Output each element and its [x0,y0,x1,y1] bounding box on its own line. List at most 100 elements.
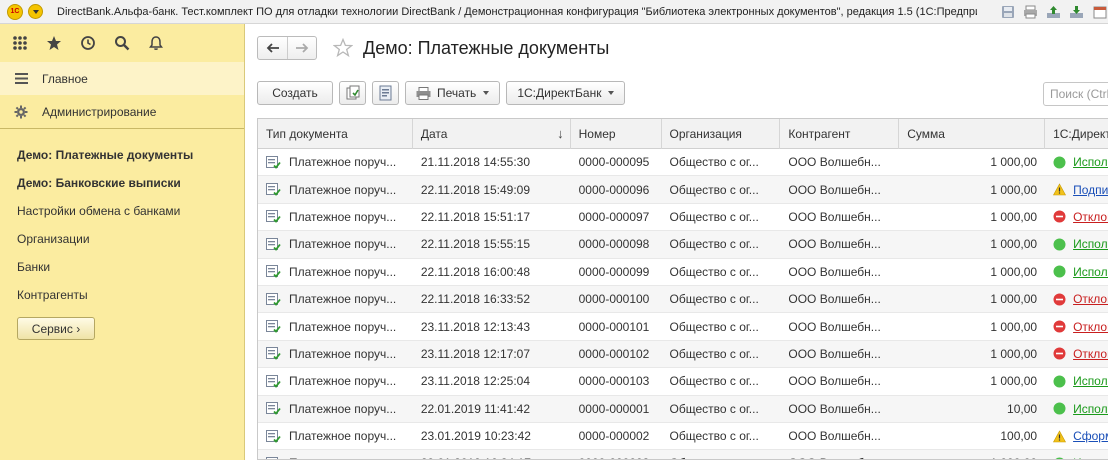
column-header-organization[interactable]: Организация [662,119,781,149]
status-link[interactable]: Исполнен [1073,155,1108,169]
column-header-contractor[interactable]: Контрагент [780,119,900,149]
favorite-star-icon[interactable] [333,38,353,58]
download-icon[interactable] [1068,3,1085,20]
status-link[interactable]: Отклонен [1073,210,1108,224]
cell-organization: Общество с ог... [669,292,759,307]
main-menu-button[interactable] [28,4,43,19]
table-row[interactable]: Платежное поруч... 22.01.2019 11:41:42 000… [258,395,1108,423]
status-warning-icon [1053,183,1067,196]
status-link[interactable]: Исполнен [1073,402,1108,416]
column-header-number[interactable]: Номер [571,119,662,149]
search-icon[interactable] [112,33,132,53]
copy-button[interactable] [339,81,366,105]
copy-icon [346,85,359,100]
back-button[interactable] [258,37,287,59]
table-row[interactable]: Платежное поруч... 21.11.2018 14:55:30 000… [258,149,1108,177]
cell-sum: 1 000,00 [990,264,1038,279]
upload-icon[interactable] [1045,3,1062,20]
cell-directbank-status: Отклонен [1045,341,1108,367]
sidebar-link-payment-docs[interactable]: Демо: Платежные документы [0,141,244,169]
column-header-date[interactable]: Дата ↓ [413,119,571,149]
cell-type-text: Платежное поруч... [289,209,397,224]
create-button[interactable]: Создать [257,81,333,105]
chevron-down-icon [608,91,615,95]
table-row[interactable]: Платежное поруч... 29.01.2019 16:34:17000… [258,450,1108,459]
status-link[interactable]: Сформирован [1073,429,1108,443]
cell-organization: Общество с ог... [669,182,759,197]
sidebar-link-bank-exchange-settings[interactable]: Настройки обмена с банками [0,197,244,225]
payment-order-icon [266,210,281,224]
post-button[interactable] [372,81,399,105]
page-title: Демо: Платежные документы [363,37,610,58]
service-button[interactable]: Сервис › [17,317,95,340]
column-header-sum[interactable]: Сумма [899,119,1046,149]
status-rejected-icon [1053,293,1066,306]
column-header-directbank[interactable]: 1С:ДиректБанк [1045,119,1108,149]
directbank-menu-button[interactable]: 1С:ДиректБанк [506,81,626,105]
cell-organization: Общество с ог... [669,319,759,334]
status-ok-icon [1053,402,1066,415]
status-link[interactable]: Исполнен [1073,265,1108,279]
calendar-icon[interactable] [1091,3,1108,20]
page-header: Демо: Платежные документы [257,36,609,60]
status-link[interactable]: Исполнен [1073,374,1108,388]
status-link[interactable]: Отклонен [1073,347,1108,361]
status-link[interactable]: Отклонен [1073,320,1108,334]
forward-button[interactable] [287,37,316,59]
status-link[interactable]: Исполнен [1073,456,1108,459]
cell-contractor: ООО Волшебн... [788,264,881,279]
status-link[interactable]: Исполнен [1073,237,1108,251]
table-row[interactable]: Платежное поруч... 22.11.2018 16:00:48 000… [258,259,1108,286]
apps-grid-icon[interactable] [10,33,30,53]
cell-organization: Общество с ог... [669,237,759,252]
table-row[interactable]: Платежное поруч... 23.01.2019 10:23:42 000… [258,423,1108,451]
cell-organization: Общество с ог... [669,346,759,361]
cell-type: Платежное поруч... [258,286,413,312]
bell-icon[interactable] [146,33,166,53]
cell-type-text: Платежное поруч... [289,374,397,389]
sort-descending-icon: ↓ [557,126,564,141]
cell-type: Платежное поруч... [258,396,413,422]
print-icon[interactable] [1022,3,1039,20]
cell-organization: Общество с ог... [662,450,781,459]
sidebar-link-contractors[interactable]: Контрагенты [0,281,244,309]
directbank-button-label: 1С:ДиректБанк [517,86,602,100]
search-input[interactable]: Поиск (Ctrl+F) [1043,82,1108,106]
print-menu-button[interactable]: Печать [405,81,501,105]
cell-sum: 1 000,00 [990,319,1038,334]
status-link[interactable]: Отклонен [1073,292,1108,306]
status-ok-icon [1053,238,1066,251]
cell-sum: 1 000,00 [899,450,1045,459]
cell-date: 22.11.2018 15:55:15 [420,237,531,252]
table-row[interactable]: Платежное поруч... 23.11.2018 12:13:43 000… [258,313,1108,341]
menu-lines-icon [12,73,30,84]
table-row[interactable]: Платежное поруч... 22.11.2018 16:33:52 000… [258,285,1108,314]
cell-date: 23.01.2019 10:23:42 [420,429,531,444]
table-row[interactable]: Платежное поруч... 22.11.2018 15:51:17 000… [258,204,1108,232]
sidebar-link-bank-statements[interactable]: Демо: Банковские выписки [0,169,244,197]
save-icon[interactable] [999,3,1016,20]
sidebar-section-admin[interactable]: Администрирование [0,95,244,128]
sidebar-link-banks[interactable]: Банки [0,253,244,281]
status-link[interactable]: Подписать [1073,183,1108,197]
gear-icon [12,105,30,119]
sidebar-section-main[interactable]: Главное [0,62,244,95]
column-header-type[interactable]: Тип документа [258,119,413,149]
document-post-icon [379,85,391,101]
cell-number: 0000-000102 [578,346,650,361]
table-row[interactable]: Платежное поруч... 22.11.2018 15:49:09 000… [258,176,1108,204]
status-ok-icon [1053,265,1066,278]
cell-contractor: ООО Волшебн... [788,346,881,361]
favorites-star-icon[interactable] [44,33,64,53]
history-icon[interactable] [78,33,98,53]
cell-date: 21.11.2018 14:55:30 [420,155,531,170]
table-row[interactable]: Платежное поруч... 23.11.2018 12:17:07 000… [258,340,1108,369]
cell-organization: Общество с ог... [669,401,759,416]
table-row[interactable]: Платежное поруч... 23.11.2018 12:25:04 000… [258,368,1108,396]
sidebar-link-organizations[interactable]: Организации [0,225,244,253]
sidebar-section-label: Администрирование [42,104,157,119]
cell-contractor: ООО Волшебн... [788,319,881,334]
cell-directbank-status: Отклонен [1045,313,1108,339]
table-row[interactable]: Платежное поруч... 22.11.2018 15:55:15 000… [258,231,1108,259]
status-rejected-icon [1053,320,1066,333]
